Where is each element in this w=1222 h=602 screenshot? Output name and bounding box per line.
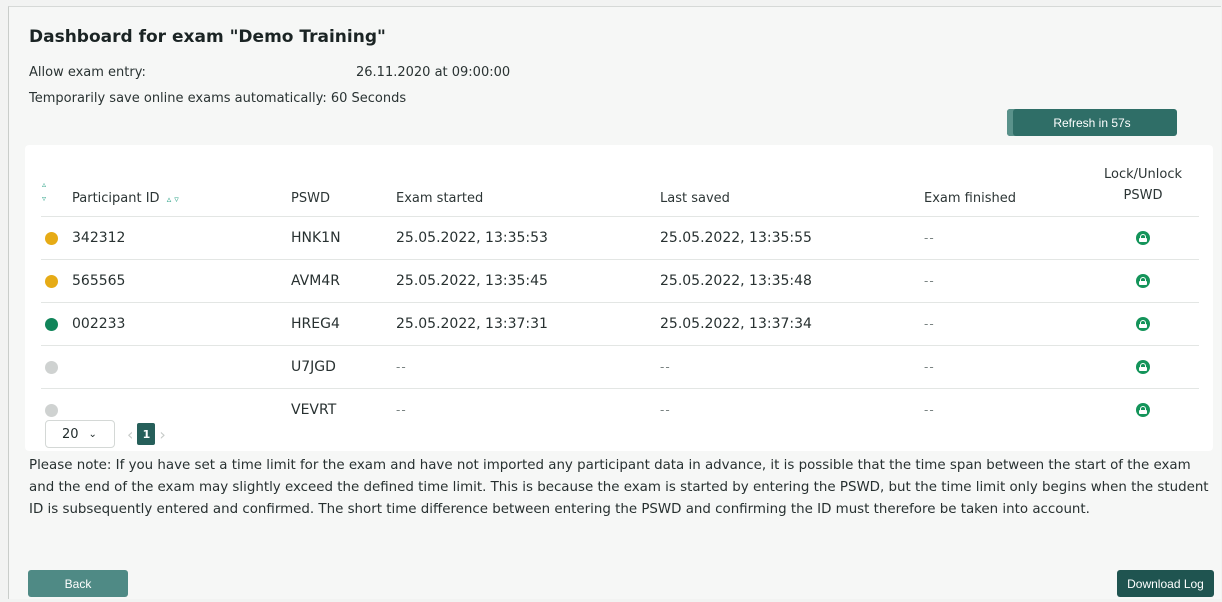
- exam-started-cell: 25.05.2022, 13:35:53: [395, 216, 659, 260]
- table-row[interactable]: U7JGD -- -- --: [41, 345, 1199, 389]
- lock-open-icon[interactable]: [1136, 274, 1150, 288]
- last-saved-cell: --: [659, 345, 923, 389]
- last-saved-cell: --: [659, 388, 923, 431]
- lock-open-icon[interactable]: [1136, 360, 1150, 374]
- participant-id-cell: 342312: [71, 216, 290, 260]
- last-saved-header: Last saved: [660, 191, 730, 206]
- table-row[interactable]: 565565 AVM4R 25.05.2022, 13:35:45 25.05.…: [41, 259, 1199, 303]
- dashboard-frame: Dashboard for exam "Demo Training" Allow…: [8, 6, 1221, 599]
- participant-id-cell: 002233: [71, 302, 290, 346]
- pswd-cell: HREG4: [290, 302, 395, 346]
- exam-started-cell: --: [395, 388, 659, 431]
- status-dot-icon: [45, 403, 58, 417]
- exam-finished-cell: --: [923, 302, 1087, 346]
- table-header-row: ▵ ▿ Participant ID ▵ ▿ PSWD Exam started L…: [41, 149, 1199, 217]
- participant-id-cell: [71, 345, 290, 389]
- pswd-cell: VEVRT: [290, 388, 395, 431]
- status-dot-icon: [45, 274, 58, 288]
- lock-open-icon[interactable]: [1136, 317, 1150, 331]
- participants-card: ▵ ▿ Participant ID ▵ ▿ PSWD Exam started L…: [25, 145, 1213, 451]
- status-dot-icon: [45, 317, 58, 331]
- autosave-value: 60 Seconds: [330, 91, 407, 106]
- participant-id-header-label: Participant ID: [72, 191, 160, 206]
- exam-entry-row: Allow exam entry: 26.11.2020 at 09:00:00: [29, 65, 510, 80]
- chevron-left-icon[interactable]: ‹: [127, 425, 133, 444]
- participants-table: ▵ ▿ Participant ID ▵ ▿ PSWD Exam started L…: [41, 149, 1199, 431]
- pswd-header: PSWD: [291, 191, 330, 206]
- lock-unlock-header: Lock/Unlock PSWD: [1087, 149, 1199, 217]
- lock-header-line2: PSWD: [1123, 188, 1163, 203]
- exam-finished-cell: --: [923, 388, 1087, 431]
- exam-entry-value: 26.11.2020 at 09:00:00: [356, 65, 511, 80]
- status-sort-header[interactable]: ▵ ▿: [41, 149, 71, 217]
- exam-finished-cell: --: [923, 216, 1087, 260]
- pswd-cell: AVM4R: [290, 259, 395, 303]
- last-saved-cell: 25.05.2022, 13:35:48: [659, 259, 923, 303]
- exam-started-cell: 25.05.2022, 13:35:45: [395, 259, 659, 303]
- page-size-value: 20: [62, 426, 79, 442]
- refresh-button[interactable]: Refresh in 57s: [1007, 109, 1177, 136]
- sort-arrows-icon[interactable]: ▵ ▿: [42, 178, 46, 206]
- back-button[interactable]: Back: [28, 570, 128, 597]
- page-size-select[interactable]: 20 ⌄: [45, 420, 115, 448]
- pswd-cell: U7JGD: [290, 345, 395, 389]
- last-saved-cell: 25.05.2022, 13:35:55: [659, 216, 923, 260]
- participant-id-header[interactable]: Participant ID ▵ ▿: [71, 149, 290, 217]
- chevron-right-icon[interactable]: ›: [159, 425, 165, 444]
- pswd-cell: HNK1N: [290, 216, 395, 260]
- last-saved-cell: 25.05.2022, 13:37:34: [659, 302, 923, 346]
- exam-finished-cell: --: [923, 345, 1087, 389]
- time-limit-note: Please note: If you have set a time limi…: [29, 458, 1209, 517]
- sort-asc-icon[interactable]: ▵: [167, 195, 172, 205]
- exam-entry-label: Allow exam entry:: [29, 65, 146, 80]
- status-dot-icon: [45, 360, 58, 374]
- participant-id-cell: 565565: [71, 259, 290, 303]
- status-dot-icon: [45, 231, 58, 245]
- pagination: 20 ⌄ ‹ 1 ›: [45, 419, 170, 449]
- autosave-label: Temporarily save online exams automatica…: [29, 91, 327, 106]
- exam-started-cell: 25.05.2022, 13:37:31: [395, 302, 659, 346]
- download-log-button[interactable]: Download Log: [1117, 570, 1214, 597]
- autosave-row: Temporarily save online exams automatica…: [29, 91, 406, 106]
- sort-desc-icon[interactable]: ▿: [174, 195, 179, 205]
- table-row[interactable]: 342312 HNK1N 25.05.2022, 13:35:53 25.05.…: [41, 216, 1199, 260]
- page-number-button[interactable]: 1: [137, 423, 156, 445]
- exam-started-header: Exam started: [396, 191, 484, 206]
- exam-finished-header: Exam finished: [924, 191, 1016, 206]
- lock-open-icon[interactable]: [1136, 231, 1150, 245]
- page-title: Dashboard for exam "Demo Training": [29, 27, 386, 47]
- table-row[interactable]: 002233 HREG4 25.05.2022, 13:37:31 25.05.…: [41, 302, 1199, 346]
- exam-started-cell: --: [395, 345, 659, 389]
- exam-finished-cell: --: [923, 259, 1087, 303]
- table-row[interactable]: VEVRT -- -- --: [41, 388, 1199, 431]
- chevron-down-icon: ⌄: [88, 428, 97, 440]
- lock-open-icon[interactable]: [1136, 403, 1150, 417]
- lock-header-line1: Lock/Unlock: [1103, 167, 1183, 182]
